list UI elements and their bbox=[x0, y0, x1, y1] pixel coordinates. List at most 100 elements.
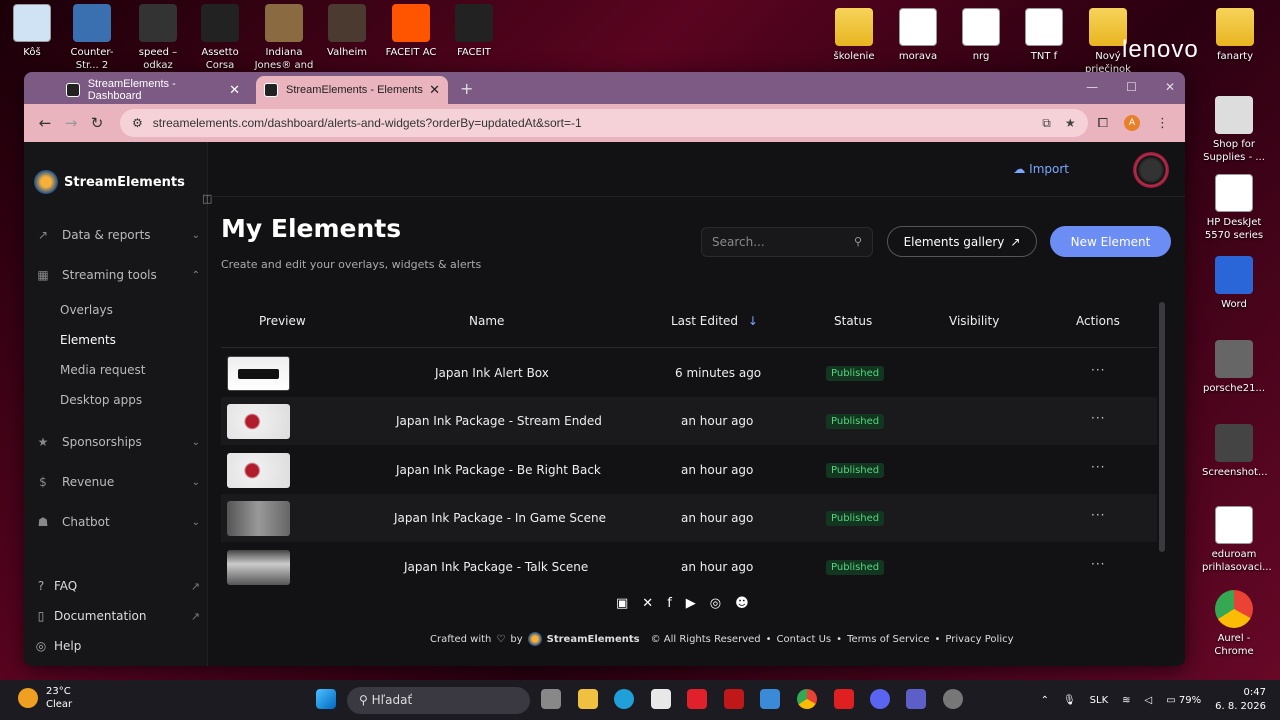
desktop-icon-word[interactable]: Word bbox=[1202, 256, 1266, 311]
clock[interactable]: 0:47 6. 8. 2026 bbox=[1215, 686, 1266, 714]
desktop-icon-skolenie[interactable]: školenie bbox=[822, 8, 886, 63]
new-tab-icon[interactable]: + bbox=[460, 79, 473, 98]
desktop-icon-hp[interactable]: HP DeskJet 5570 series bbox=[1202, 174, 1266, 242]
row-actions-icon[interactable]: ··· bbox=[1091, 557, 1105, 571]
start-icon[interactable] bbox=[316, 689, 336, 709]
omnibox[interactable]: ⚙ streamelements.com/dashboard/alerts-an… bbox=[120, 109, 1088, 137]
sidebar-item-revenue[interactable]: $ Revenue ⌄ bbox=[36, 475, 200, 489]
elements-gallery-button[interactable]: Elements gallery ↗ bbox=[887, 226, 1037, 257]
desktop-icon-valheim[interactable]: Valheim bbox=[315, 4, 379, 59]
close-icon[interactable]: ✕ bbox=[229, 82, 240, 98]
import-button[interactable]: ☁ Import bbox=[1013, 162, 1069, 176]
instagram-icon[interactable]: ◎ bbox=[710, 596, 721, 611]
desktop-icon-speed[interactable]: speed – odkaz bbox=[126, 4, 190, 72]
sidebar-item-streaming-tools[interactable]: ▦ Streaming tools ⌃ bbox=[36, 268, 200, 282]
contact-link[interactable]: Contact Us bbox=[777, 634, 832, 645]
sidebar-footer-faq[interactable]: ? FAQ ↗ bbox=[34, 579, 200, 593]
reload-icon[interactable]: ↻ bbox=[84, 114, 110, 132]
lenovo-app-icon[interactable] bbox=[687, 689, 707, 709]
youtube-icon[interactable]: ▶ bbox=[686, 596, 696, 611]
preview-thumbnail[interactable] bbox=[227, 356, 290, 391]
language-indicator[interactable]: SLK bbox=[1090, 695, 1108, 706]
youtube-taskbar-icon[interactable] bbox=[834, 689, 854, 709]
sidebar-sub-overlays[interactable]: Overlays bbox=[60, 303, 113, 317]
desktop-icon-faceit-ac[interactable]: FACEIT AC bbox=[379, 4, 443, 59]
element-name[interactable]: Japan Ink Package - Talk Scene bbox=[404, 560, 588, 574]
preview-thumbnail[interactable] bbox=[227, 550, 290, 585]
settings-icon[interactable] bbox=[943, 689, 963, 709]
desktop-icon-recycle[interactable]: Kôš bbox=[0, 4, 64, 59]
twitch-icon[interactable]: ▣ bbox=[616, 596, 628, 611]
element-name[interactable]: Japan Ink Package - In Game Scene bbox=[394, 511, 606, 525]
desktop-icon-shop[interactable]: Shop for Supplies - ... bbox=[1202, 96, 1266, 164]
element-name[interactable]: Japan Ink Package - Be Right Back bbox=[396, 463, 601, 477]
new-element-button[interactable]: New Element bbox=[1050, 226, 1171, 257]
sidebar-sub-desktop-apps[interactable]: Desktop apps bbox=[60, 393, 142, 407]
site-info-icon[interactable]: ⚙ bbox=[132, 116, 143, 130]
table-row[interactable]: Japan Ink Package - In Game Scene an hou… bbox=[221, 494, 1157, 542]
wifi-icon[interactable]: ≋ bbox=[1122, 695, 1130, 706]
translate-icon[interactable]: ⧉ bbox=[1042, 116, 1051, 131]
maximize-icon[interactable]: ☐ bbox=[1126, 80, 1137, 94]
preview-thumbnail[interactable] bbox=[227, 453, 290, 488]
tab-dashboard[interactable]: StreamElements - Dashboard ✕ bbox=[58, 76, 248, 104]
file-explorer-icon[interactable] bbox=[578, 689, 598, 709]
desktop-icon-porsche[interactable]: porsche21... bbox=[1202, 340, 1266, 395]
task-view-icon[interactable] bbox=[541, 689, 561, 709]
x-icon[interactable]: ✕ bbox=[642, 596, 653, 611]
teams-icon[interactable] bbox=[906, 689, 926, 709]
chrome-taskbar-icon[interactable] bbox=[797, 689, 817, 709]
desktop-icon-eduroam[interactable]: eduroam prihlasovaci... bbox=[1202, 506, 1272, 574]
forward-icon[interactable]: → bbox=[58, 114, 84, 132]
sidebar-item-data-reports[interactable]: ↗ Data & reports ⌄ bbox=[36, 228, 200, 242]
sidebar-footer-help[interactable]: ◎ Help bbox=[34, 639, 200, 653]
table-row[interactable]: Japan Ink Package - Be Right Back an hou… bbox=[221, 446, 1157, 494]
row-actions-icon[interactable]: ··· bbox=[1091, 460, 1105, 474]
scrollbar[interactable] bbox=[1159, 302, 1165, 552]
store-icon[interactable] bbox=[651, 689, 671, 709]
col-last-edited[interactable]: Last Edited ↓ bbox=[671, 314, 758, 328]
desktop-icon-aurel[interactable]: Aurel - Chrome bbox=[1202, 590, 1266, 658]
tab-elements[interactable]: StreamElements - Elements ✕ bbox=[256, 76, 448, 104]
sidebar-item-sponsorships[interactable]: ★ Sponsorships ⌄ bbox=[36, 435, 200, 449]
desktop-icon-faceit[interactable]: FACEIT bbox=[442, 4, 506, 59]
close-icon[interactable]: ✕ bbox=[429, 82, 440, 98]
desktop-icon-screenshot[interactable]: Screenshot... bbox=[1202, 424, 1268, 479]
taskbar-search[interactable]: ⚲ Hľadať bbox=[347, 687, 530, 714]
element-name[interactable]: Japan Ink Package - Stream Ended bbox=[396, 414, 602, 428]
extensions-icon[interactable]: ⧠ bbox=[1098, 116, 1108, 131]
privacy-link[interactable]: Privacy Policy bbox=[945, 634, 1013, 645]
weather-widget[interactable]: 23°C Clear bbox=[18, 685, 72, 711]
terms-link[interactable]: Terms of Service bbox=[847, 634, 929, 645]
sidebar-footer-docs[interactable]: ▯ Documentation ↗ bbox=[34, 609, 200, 623]
back-icon[interactable]: ← bbox=[32, 114, 58, 132]
mcafee-icon[interactable] bbox=[724, 689, 744, 709]
profile-avatar[interactable]: A bbox=[1124, 115, 1140, 131]
discord-icon[interactable]: ☻ bbox=[735, 596, 749, 611]
bookmark-star-icon[interactable]: ★ bbox=[1065, 116, 1076, 131]
sidebar-sub-media-request[interactable]: Media request bbox=[60, 363, 145, 377]
user-avatar[interactable] bbox=[1133, 152, 1169, 188]
desktop-icon-morava[interactable]: morava bbox=[886, 8, 950, 63]
desktop-icon-fanarty[interactable]: fanarty bbox=[1203, 8, 1267, 63]
desktop-icon-tnt[interactable]: TNT f bbox=[1012, 8, 1076, 63]
search-input[interactable]: Search... ⚲ bbox=[701, 227, 873, 257]
table-row[interactable]: Japan Ink Package - Talk Scene an hour a… bbox=[221, 543, 1157, 591]
brand[interactable]: StreamElements bbox=[34, 170, 185, 194]
photos-icon[interactable] bbox=[760, 689, 780, 709]
desktop-icon-cs2[interactable]: Counter-Str... 2 bbox=[60, 4, 124, 72]
element-name[interactable]: Japan Ink Alert Box bbox=[435, 366, 549, 380]
row-actions-icon[interactable]: ··· bbox=[1091, 411, 1105, 425]
facebook-icon[interactable]: f bbox=[667, 596, 672, 611]
table-row[interactable]: Japan Ink Package - Stream Ended an hour… bbox=[221, 397, 1157, 445]
microphone-icon[interactable]: 🎙 bbox=[1063, 695, 1076, 706]
minimize-icon[interactable]: — bbox=[1086, 80, 1098, 94]
table-row[interactable]: Japan Ink Alert Box 6 minutes ago Publis… bbox=[221, 349, 1157, 397]
row-actions-icon[interactable]: ··· bbox=[1091, 363, 1105, 377]
sidebar-item-chatbot[interactable]: ☗ Chatbot ⌄ bbox=[36, 515, 200, 529]
edge-icon[interactable] bbox=[614, 689, 634, 709]
tray-chevron-up-icon[interactable]: ⌃ bbox=[1041, 695, 1049, 706]
desktop-icon-nrg[interactable]: nrg bbox=[949, 8, 1013, 63]
sidebar-sub-elements[interactable]: Elements bbox=[60, 333, 116, 347]
row-actions-icon[interactable]: ··· bbox=[1091, 508, 1105, 522]
